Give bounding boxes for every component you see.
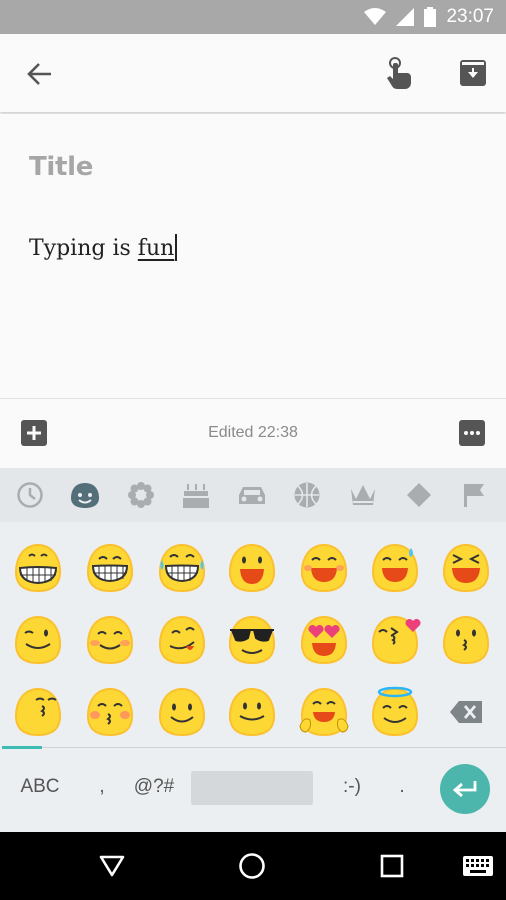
cake-icon [183, 484, 209, 508]
archive-button[interactable] [452, 52, 494, 94]
archive-icon [460, 60, 486, 86]
emoticon-key[interactable]: :-) [334, 776, 370, 798]
enter-icon [452, 781, 477, 798]
battery-icon [424, 7, 437, 27]
home-nav-button[interactable] [232, 846, 272, 886]
clock: 23:07 [446, 6, 494, 27]
square-recents-icon [380, 854, 404, 878]
category-celebration[interactable] [180, 479, 212, 511]
status-bar: 23:07 [0, 0, 506, 34]
emoji-kissing-blush[interactable] [84, 686, 136, 738]
emoji-yum[interactable] [156, 614, 208, 666]
title-field[interactable]: Title [29, 152, 93, 182]
keyboard-switch-button[interactable] [458, 846, 498, 886]
abc-key[interactable]: ABC [16, 776, 64, 798]
more-icon [459, 420, 485, 446]
backspace-icon [450, 701, 482, 723]
category-travel[interactable] [236, 479, 268, 511]
note-body-word: fun [137, 236, 175, 261]
emoji-sweat-smile[interactable] [369, 542, 421, 594]
emoji-joy[interactable] [156, 542, 208, 594]
keyboard-icon [463, 856, 493, 876]
enter-key[interactable] [440, 764, 490, 814]
hand-pointer-icon [387, 57, 411, 89]
category-symbols[interactable] [403, 479, 435, 511]
edited-timestamp: Edited 22:38 [208, 424, 298, 441]
category-objects[interactable] [347, 479, 379, 511]
emoji-kissing[interactable] [440, 614, 492, 666]
back-button[interactable] [20, 54, 60, 94]
category-smileys[interactable] [69, 479, 101, 511]
car-icon [239, 487, 265, 504]
note-bottom-bar: Edited 22:38 [0, 398, 506, 469]
emoji-wink[interactable] [12, 614, 64, 666]
emoji-keyboard: ABC , @?# :-) . [0, 468, 506, 832]
emoji-grin[interactable] [84, 542, 136, 594]
emoji-sunglasses[interactable] [226, 614, 278, 666]
reminder-button[interactable] [378, 52, 420, 94]
emoji-smile[interactable] [298, 542, 350, 594]
smiley-icon [71, 483, 99, 508]
emoji-relaxed[interactable] [156, 686, 208, 738]
comma-key[interactable]: , [92, 776, 112, 798]
back-nav-button[interactable] [92, 846, 132, 886]
emoji-innocent[interactable] [369, 686, 421, 738]
more-button[interactable] [458, 419, 486, 447]
note-body-prefix: Typing is [29, 236, 138, 261]
emoji-heart-eyes[interactable] [298, 614, 350, 666]
circle-home-icon [239, 853, 265, 879]
emoji-laughing[interactable] [440, 542, 492, 594]
note-editor: Title Typing is fun [0, 114, 506, 398]
emoji-hugging[interactable] [298, 686, 350, 738]
diamond-icon [407, 483, 431, 507]
signal-icon [396, 8, 415, 26]
emoji-smiley-open[interactable] [226, 542, 278, 594]
note-body-field[interactable]: Typing is fun [29, 234, 178, 261]
category-recent[interactable] [14, 479, 46, 511]
keyboard-divider [42, 747, 506, 748]
recents-nav-button[interactable] [372, 846, 412, 886]
emoji-kissing-heart[interactable] [369, 614, 421, 666]
text-cursor [175, 234, 178, 261]
emoji-grinning[interactable] [12, 542, 64, 594]
wifi-icon [364, 8, 387, 25]
category-activities[interactable] [291, 479, 323, 511]
delete-key[interactable] [444, 694, 488, 730]
category-nature[interactable] [125, 479, 157, 511]
triangle-back-icon [99, 855, 125, 877]
clock-icon [17, 482, 43, 508]
emoji-category-bar [0, 468, 506, 522]
symbols-key[interactable]: @?# [126, 776, 182, 798]
crown-icon [351, 485, 375, 505]
category-flags[interactable] [458, 479, 490, 511]
keyboard-bottom-row: ABC , @?# :-) . [0, 758, 506, 818]
page-indicator [2, 746, 42, 749]
system-nav-bar [0, 832, 506, 900]
flower-icon [128, 482, 154, 508]
emoji-kissing-closed-eyes[interactable] [12, 686, 64, 738]
space-key[interactable] [191, 771, 313, 805]
emoji-blush[interactable] [84, 614, 136, 666]
ball-icon [294, 482, 320, 508]
emoji-slight-smile[interactable] [226, 686, 278, 738]
arrow-left-icon [27, 63, 51, 85]
period-key[interactable]: . [392, 776, 412, 798]
flag-icon [464, 484, 484, 507]
app-bar [0, 34, 506, 112]
